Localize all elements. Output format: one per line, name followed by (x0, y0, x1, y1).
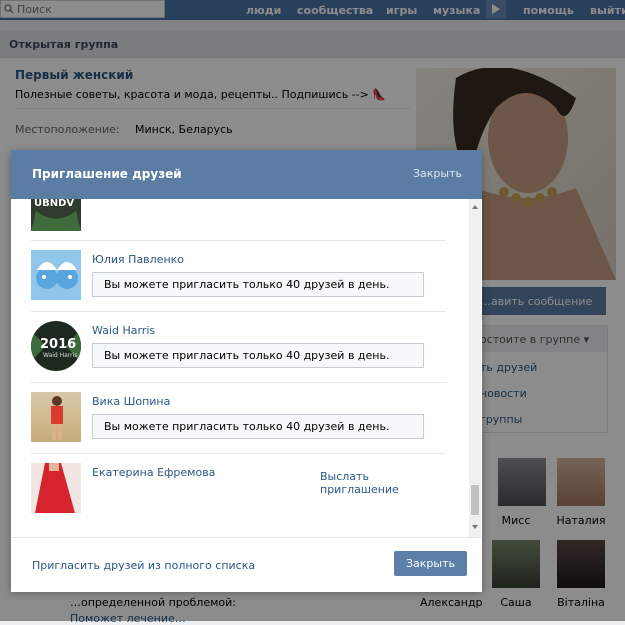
divider (31, 382, 446, 383)
dialog-close-link[interactable]: Закрыть (413, 167, 462, 180)
svg-text:Waid Harris: Waid Harris (43, 352, 77, 359)
send-invite-link[interactable]: Выслать приглашение (320, 470, 446, 496)
list-item: Вика Шопина Вы можете пригласить только … (31, 392, 446, 442)
friends-list: UBNDV Юлия Павленко Вы можете пригласить… (11, 199, 482, 537)
list-item: 2016 Waid Harris Waid Harris Вы можете п… (31, 321, 446, 371)
invite-from-full-list-link[interactable]: Пригласить друзей из полного списка (32, 559, 255, 572)
dialog-footer: Пригласить друзей из полного списка Закр… (11, 537, 482, 592)
friend-name[interactable]: Екатерина Ефремова (92, 466, 215, 479)
avatar[interactable] (31, 250, 81, 300)
svg-text:UBNDV: UBNDV (34, 199, 74, 209)
friend-name[interactable]: Вика Шопина (92, 395, 170, 408)
divider (31, 453, 446, 454)
divider (31, 240, 446, 241)
scroll-down-icon[interactable] (472, 525, 478, 529)
invite-limit-notice: Вы можете пригласить только 40 друзей в … (92, 414, 424, 439)
friend-name[interactable]: Waid Harris (92, 324, 155, 337)
list-item: UBNDV (31, 199, 446, 231)
divider (31, 311, 446, 312)
avatar[interactable] (31, 392, 81, 442)
avatar[interactable]: 2016 Waid Harris (31, 321, 81, 371)
invite-friends-dialog: Приглашение друзей Закрыть UBNDV Юлия Па… (11, 150, 482, 592)
avatar[interactable]: UBNDV (31, 199, 81, 231)
dialog-header: Приглашение друзей Закрыть (11, 150, 482, 199)
invite-limit-notice: Вы можете пригласить только 40 друзей в … (92, 272, 424, 297)
friend-name[interactable]: Юлия Павленко (92, 253, 184, 266)
scroll-up-icon[interactable] (472, 205, 478, 209)
avatar[interactable] (31, 463, 81, 513)
scrollbar[interactable] (469, 199, 481, 537)
scrollbar-thumb[interactable] (471, 485, 479, 515)
list-item: Екатерина Ефремова Выслать приглашение (31, 463, 446, 513)
invite-limit-notice: Вы можете пригласить только 40 друзей в … (92, 343, 424, 368)
close-button[interactable]: Закрыть (394, 551, 467, 576)
list-item: Юлия Павленко Вы можете пригласить тольк… (31, 250, 446, 300)
dialog-title: Приглашение друзей (32, 167, 182, 181)
svg-text:2016: 2016 (40, 337, 76, 352)
